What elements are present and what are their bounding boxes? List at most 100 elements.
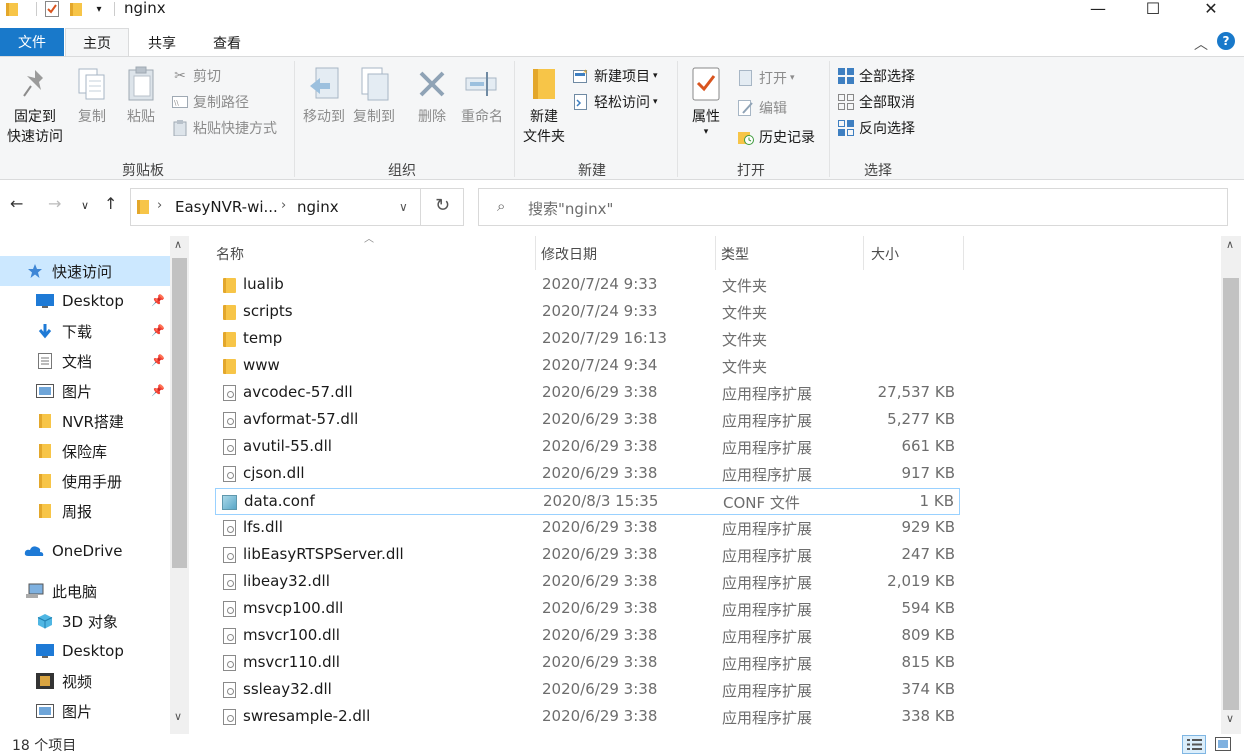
column-header-name[interactable]: 名称	[216, 244, 244, 264]
copy-path-icon: \\	[172, 94, 188, 110]
nav-pc-pictures[interactable]: 图片	[0, 696, 170, 726]
delete-button[interactable]: 删除	[412, 65, 452, 127]
search-box[interactable]: ⌕ 搜索"nginx"	[478, 188, 1228, 226]
cut-button[interactable]: ✂ 剪切	[172, 65, 221, 87]
customize-qa-icon[interactable]: ▾	[92, 0, 106, 18]
breadcrumb-parent[interactable]: EasyNVR-wi...	[175, 198, 278, 216]
scroll-up-icon[interactable]: ∧	[174, 238, 182, 251]
file-row[interactable]: scripts 2020/7/24 9:33 文件夹	[215, 299, 960, 326]
file-list-scrollbar-track[interactable]: ∧ ∨	[1221, 236, 1241, 734]
pin-to-quick-access-button[interactable]: 固定到 快速访问	[4, 65, 66, 147]
file-name: ssleay32.dll	[243, 680, 332, 698]
easy-access-button[interactable]: 轻松访问 ▾	[573, 91, 658, 113]
file-row[interactable]: cjson.dll 2020/6/29 3:38 应用程序扩展 917 KB	[215, 461, 960, 488]
file-row[interactable]: avutil-55.dll 2020/6/29 3:38 应用程序扩展 661 KB	[215, 434, 960, 461]
nav-documents[interactable]: 文档	[0, 346, 170, 376]
copy-to-button[interactable]: 复制到	[350, 65, 398, 127]
file-row[interactable]: ssleay32.dll 2020/6/29 3:38 应用程序扩展 374 KB	[215, 677, 960, 704]
select-none-button[interactable]: 全部取消	[838, 91, 915, 113]
file-row[interactable]: libEasyRTSPServer.dll 2020/6/29 3:38 应用程序扩…	[215, 542, 960, 569]
nav-videos[interactable]: 视频	[0, 666, 170, 696]
file-list: ︿ 名称 修改日期 类型 大小 lualib 2020/7/24 9:33 文件夹 s…	[190, 236, 1221, 734]
file-row[interactable]: temp 2020/7/29 16:13 文件夹	[215, 326, 960, 353]
properties-button[interactable]: 属性 ▾	[684, 65, 728, 137]
nav-folder-nvr[interactable]: NVR搭建	[0, 406, 170, 436]
nav-onedrive[interactable]: OneDrive	[0, 536, 170, 566]
up-icon[interactable]: ↑	[104, 194, 117, 213]
copy-path-button[interactable]: \\ 复制路径	[172, 91, 249, 113]
rename-button[interactable]: 重命名	[458, 65, 506, 127]
dll-file-icon	[221, 547, 237, 564]
new-folder-qa-icon[interactable]	[68, 0, 84, 18]
file-name: avutil-55.dll	[243, 437, 332, 455]
details-view-button[interactable]	[1182, 735, 1206, 754]
nav-folder-weekly[interactable]: 周报	[0, 496, 170, 526]
column-header-date[interactable]: 修改日期	[541, 244, 597, 264]
scroll-down-icon[interactable]: ∨	[1226, 712, 1234, 725]
file-row[interactable]: www 2020/7/24 9:34 文件夹	[215, 353, 960, 380]
help-icon[interactable]: ?	[1217, 32, 1235, 50]
tab-share[interactable]: 共享	[130, 28, 194, 57]
tab-home[interactable]: 主页	[65, 28, 129, 57]
collapse-ribbon-icon[interactable]: ︿	[1194, 34, 1208, 54]
minimize-button[interactable]: —	[1075, 0, 1121, 19]
file-row[interactable]: msvcp100.dll 2020/6/29 3:38 应用程序扩展 594 KB	[215, 596, 960, 623]
nav-folder-manual[interactable]: 使用手册	[0, 466, 170, 496]
nav-pc-desktop[interactable]: Desktop	[0, 636, 170, 666]
maximize-button[interactable]: ☐	[1130, 0, 1176, 19]
nav-scrollbar[interactable]: ∧ ∨	[170, 236, 189, 734]
large-icons-view-button[interactable]	[1212, 736, 1234, 753]
address-dropdown-icon[interactable]: ∨	[399, 200, 408, 214]
breadcrumb-current[interactable]: nginx	[297, 198, 339, 216]
copy-button[interactable]: 复制	[72, 65, 112, 127]
recent-locations-icon[interactable]: ∨	[81, 199, 89, 212]
tab-file[interactable]: 文件	[0, 28, 64, 56]
file-row[interactable]: libeay32.dll 2020/6/29 3:38 应用程序扩展 2,019 KB	[215, 569, 960, 596]
column-divider[interactable]	[535, 236, 536, 270]
select-all-button[interactable]: 全部选择	[838, 65, 915, 87]
column-divider[interactable]	[863, 236, 864, 270]
nav-folder-vault[interactable]: 保险库	[0, 436, 170, 466]
file-row[interactable]: msvcr110.dll 2020/6/29 3:38 应用程序扩展 815 KB	[215, 650, 960, 677]
edit-button[interactable]: 编辑	[738, 97, 787, 119]
invert-selection-button[interactable]: 反向选择	[838, 117, 915, 139]
history-button[interactable]: 历史记录	[738, 126, 815, 148]
back-icon[interactable]: ←	[10, 194, 23, 213]
dll-file-icon	[221, 385, 237, 402]
properties-qa-icon[interactable]	[43, 0, 61, 18]
close-button[interactable]: ✕	[1188, 0, 1234, 19]
forward-icon[interactable]: →	[48, 194, 61, 213]
paste-button[interactable]: 粘贴	[121, 65, 161, 127]
file-row[interactable]: msvcr100.dll 2020/6/29 3:38 应用程序扩展 809 KB	[215, 623, 960, 650]
file-row[interactable]: avformat-57.dll 2020/6/29 3:38 应用程序扩展 5,277…	[215, 407, 960, 434]
column-divider[interactable]	[715, 236, 716, 270]
file-row[interactable]: swresample-2.dll 2020/6/29 3:38 应用程序扩展 338 …	[215, 704, 960, 731]
refresh-icon[interactable]: ↻	[435, 195, 450, 216]
scroll-down-icon[interactable]: ∨	[174, 710, 182, 723]
file-row[interactable]: data.conf 2020/8/3 15:35 CONF 文件 1 KB	[215, 488, 960, 515]
svg-text:*: *	[583, 69, 588, 79]
file-list-scrollbar-thumb[interactable]	[1223, 278, 1239, 710]
file-row[interactable]: avcodec-57.dll 2020/6/29 3:38 应用程序扩展 27,537…	[215, 380, 960, 407]
open-button[interactable]: 打开 ▾	[738, 67, 795, 89]
column-header-type[interactable]: 类型	[721, 244, 749, 264]
nav-this-pc[interactable]: 此电脑	[0, 576, 170, 606]
nav-desktop[interactable]: Desktop	[0, 286, 170, 316]
nav-3d-objects[interactable]: 3D 对象	[0, 606, 170, 636]
column-divider[interactable]	[963, 236, 964, 270]
new-item-button[interactable]: * 新建项目 ▾	[573, 65, 658, 87]
file-row[interactable]: lualib 2020/7/24 9:33 文件夹	[215, 272, 960, 299]
new-folder-button[interactable]: 新建 文件夹	[518, 65, 570, 147]
organize-group-label: 组织	[388, 163, 416, 179]
file-row[interactable]: lfs.dll 2020/6/29 3:38 应用程序扩展 929 KB	[215, 515, 960, 542]
address-bar[interactable]: › EasyNVR-wi... › nginx ∨ ↻	[130, 188, 464, 226]
nav-pictures[interactable]: 图片	[0, 376, 170, 406]
nav-quick-access[interactable]: 快速访问	[0, 256, 170, 286]
tab-view[interactable]: 查看	[195, 28, 259, 57]
paste-shortcut-button[interactable]: 粘贴快捷方式	[172, 117, 277, 139]
scroll-up-icon[interactable]: ∧	[1226, 238, 1234, 251]
nav-downloads[interactable]: 下载	[0, 316, 170, 346]
column-header-size[interactable]: 大小	[871, 244, 899, 264]
nav-scrollbar-thumb[interactable]	[172, 258, 187, 568]
move-to-button[interactable]: 移动到	[300, 65, 348, 127]
